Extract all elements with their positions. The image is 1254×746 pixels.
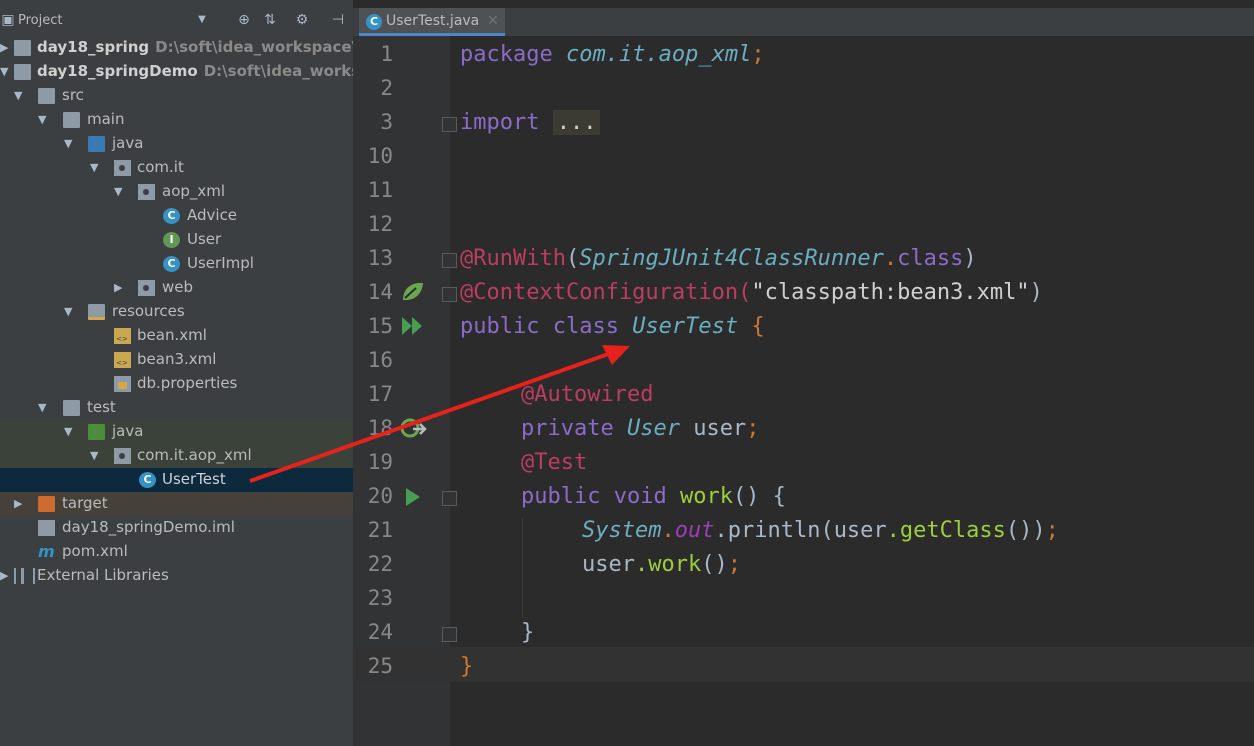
annotation-arrow bbox=[249, 345, 630, 483]
